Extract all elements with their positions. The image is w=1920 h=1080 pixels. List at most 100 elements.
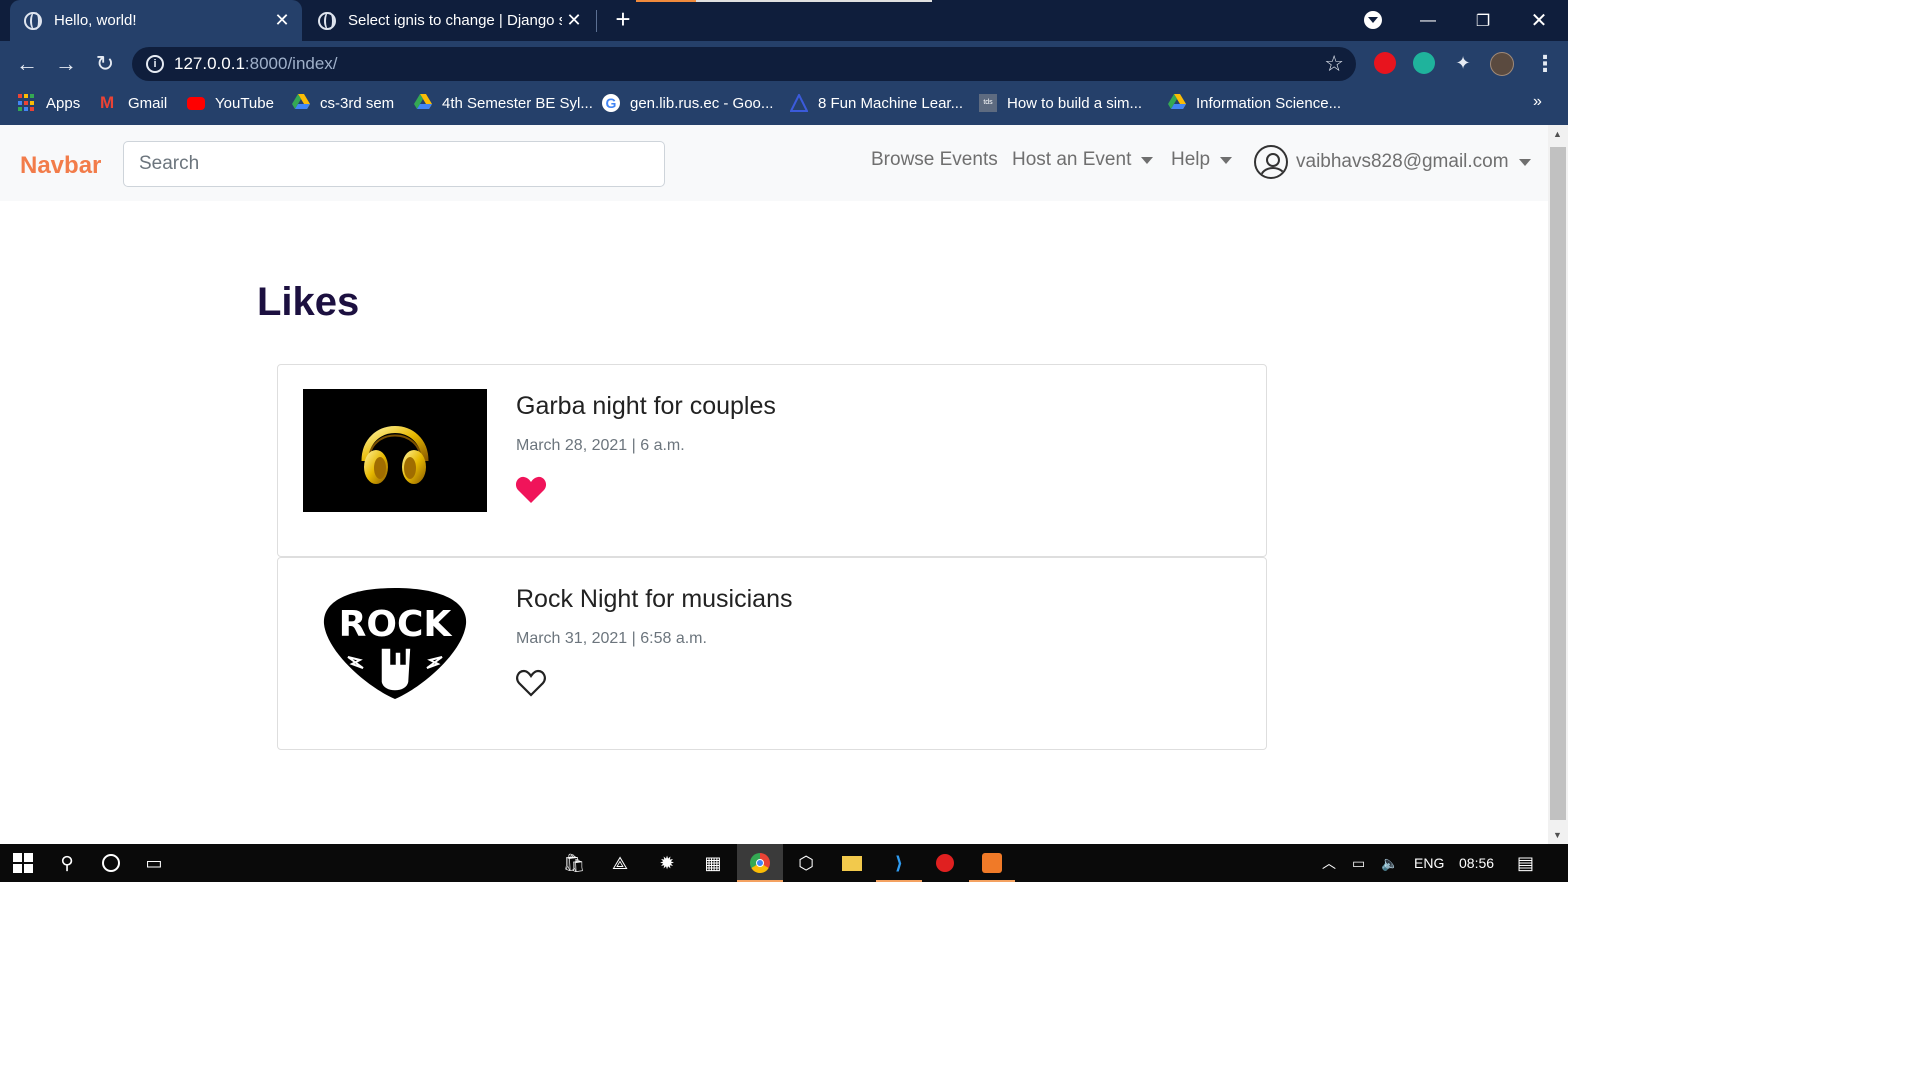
site-navbar: Navbar Browse Events Host an Event Help … [0,125,1548,201]
address-bar[interactable]: i 127.0.0.1:8000/index/ ☆ [132,47,1356,81]
language-indicator[interactable]: ENG [1414,844,1444,882]
tab-title: Select ignis to change | Django si [348,12,562,29]
nav-link-label: Browse Events [871,149,998,170]
xampp-icon[interactable] [969,844,1015,882]
close-tab-button[interactable]: ✕ [562,10,586,31]
bookmark-label: cs-3rd sem [320,94,395,112]
virtualbox-icon[interactable]: ⬡ [783,844,829,882]
bookmark-label: How to build a sim... [1007,94,1143,112]
grammarly-extension-icon[interactable] [1413,52,1435,74]
bookmark-genlib[interactable]: G gen.lib.rus.ec - Goo... [602,87,773,119]
media-player-icon[interactable] [922,844,968,882]
search-input[interactable] [123,141,665,187]
battery-icon[interactable]: ▭ [1352,844,1365,882]
bookmark-information-science[interactable]: Information Science... [1168,87,1341,119]
scrollbar-thumb[interactable] [1550,147,1566,820]
windows-taskbar: ⚲ ▭ 🛍 ⟁ ✹ ▦ ⬡ ⟩ ︿ ▭ 🔈 ENG 08:56 ▤ [0,844,1568,882]
task-view-icon[interactable]: ▭ [131,844,177,882]
nav-help[interactable]: Help [1171,149,1233,171]
scroll-up-icon[interactable]: ▲ [1553,129,1562,139]
svg-text:ROCK: ROCK [339,604,453,645]
headphones-icon [361,426,429,484]
navbar-brand[interactable]: Navbar [20,152,101,180]
loading-bar [636,0,932,2]
extensions-puzzle-icon[interactable]: ✦ [1452,52,1474,74]
inkscape-icon[interactable]: ⟁ [597,844,643,882]
caret-down-icon [1518,158,1531,166]
reload-icon[interactable]: ↻ [90,49,120,79]
bookmark-machine-learning[interactable]: 8 Fun Machine Lear... [789,87,964,119]
browser-toolbar: ← → ↻ i 127.0.0.1:8000/index/ ☆ ✦ ⋮ [0,41,1568,87]
close-window-button[interactable]: ✕ [1519,0,1559,41]
google-drive-icon [1168,94,1186,112]
page-title: Likes [257,280,360,324]
nav-browse-events[interactable]: Browse Events [871,149,998,171]
minimize-button[interactable]: — [1408,0,1448,41]
store-icon[interactable]: 🛍 [551,844,597,882]
globe-icon [318,11,336,30]
new-tab-button[interactable]: + [608,4,638,35]
apps-grid-icon [18,94,36,112]
info-icon[interactable]: i [146,55,164,73]
tab-search-icon[interactable] [1364,11,1382,29]
vscode-icon[interactable]: ⟩ [876,844,922,882]
browser-tab-strip: Hello, world! ✕ Select ignis to change |… [0,0,1568,41]
calculator-icon[interactable]: ▦ [690,844,736,882]
scroll-down-icon[interactable]: ▼ [1553,830,1562,840]
like-heart-outline-icon[interactable] [515,668,547,698]
event-date: March 28, 2021 | 6 a.m. [516,437,685,454]
close-tab-button[interactable]: ✕ [270,10,294,31]
tab-title: Hello, world! [54,12,137,29]
caret-down-icon [1220,156,1233,164]
bookmark-how-to-build[interactable]: tds How to build a sim... [979,87,1142,119]
profile-avatar[interactable] [1490,52,1514,76]
more-bookmarks-button[interactable]: » [1533,93,1542,111]
tab-separator [596,10,597,32]
bookmark-label: YouTube [215,94,274,112]
bookmark-label: gen.lib.rus.ec - Goo... [630,94,774,112]
event-card[interactable]: Garba night for couples March 28, 2021 |… [277,364,1267,557]
adblock-extension-icon[interactable] [1374,52,1396,74]
search-icon[interactable]: ⚲ [44,844,90,882]
tab-django-admin[interactable]: Select ignis to change | Django si ✕ [304,0,594,41]
user-email: vaibhavs828@gmail.com [1296,151,1509,172]
app-gear-icon[interactable]: ✹ [644,844,690,882]
cortana-icon[interactable] [88,844,134,882]
bookmark-cs-3rd-sem[interactable]: cs-3rd sem [292,87,394,119]
google-drive-icon [414,94,432,112]
show-hidden-icons-icon[interactable]: ︿ [1322,844,1336,882]
event-card[interactable]: ROCK Rock Night for musicians March 31, … [277,557,1267,750]
bookmark-apps[interactable]: Apps [18,87,80,119]
file-explorer-icon[interactable] [829,844,875,882]
notification-icon[interactable]: ▤ [1517,844,1534,882]
bookmark-star-icon[interactable]: ☆ [1324,51,1344,77]
restore-button[interactable]: ❐ [1463,0,1503,41]
user-menu[interactable]: vaibhavs828@gmail.com [1254,145,1531,179]
windows-start-icon[interactable] [0,844,46,882]
bookmark-gmail[interactable]: M Gmail [100,87,167,119]
clock[interactable]: 08:56 [1459,844,1494,882]
bookmark-youtube[interactable]: YouTube [187,87,274,119]
nav-link-label: Host an Event [1012,149,1132,170]
like-heart-icon[interactable] [515,475,547,505]
url-text: 127.0.0.1:8000/index/ [174,54,338,73]
flask-icon [789,92,809,112]
page-scrollbar[interactable]: ▲ ▼ [1548,125,1568,844]
google-icon: G [602,94,620,112]
volume-icon[interactable]: 🔈 [1381,844,1398,882]
bookmark-label: Information Science... [1196,94,1342,112]
nav-host-an-event[interactable]: Host an Event [1012,149,1154,171]
event-thumbnail [303,389,487,512]
bookmark-label: 8 Fun Machine Lear... [818,94,964,112]
bookmarks-bar: Apps M Gmail YouTube cs-3rd sem 4th Seme… [0,87,1568,125]
forward-arrow-icon[interactable]: → [51,49,81,79]
bookmark-4th-semester[interactable]: 4th Semester BE Syl... [414,87,593,119]
chrome-icon[interactable] [737,844,783,882]
chrome-menu-icon[interactable]: ⋮ [1534,51,1556,77]
bookmark-label: Gmail [128,94,168,112]
tab-hello-world[interactable]: Hello, world! ✕ [10,0,302,41]
google-drive-icon [292,94,310,112]
event-title[interactable]: Rock Night for musicians [516,585,792,614]
event-title[interactable]: Garba night for couples [516,392,776,421]
back-arrow-icon[interactable]: ← [12,49,42,79]
